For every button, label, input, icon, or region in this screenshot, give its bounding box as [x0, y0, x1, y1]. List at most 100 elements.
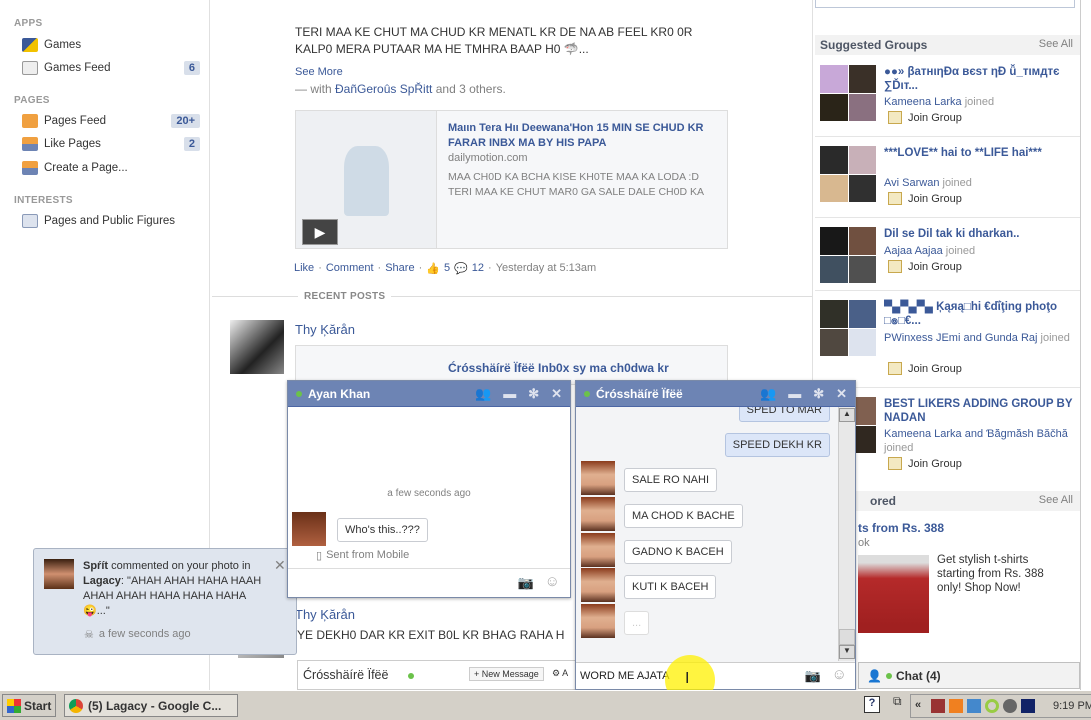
camera-icon[interactable]: 📷 — [518, 575, 534, 591]
join-group-button[interactable]: Join Group — [888, 362, 962, 375]
chat-window-crosshaire[interactable]: Ćrósshäírë Ïfëë 👥 ▬ ✻ ✕ SPED TO MAR SPEED D… — [575, 380, 856, 690]
tray-icon[interactable] — [985, 699, 999, 713]
chat-input[interactable]: 📷 ☺ — [288, 568, 570, 597]
gear-icon[interactable]: ✻ — [813, 386, 824, 402]
like-link[interactable]: Like — [294, 262, 314, 275]
ad-text[interactable]: Get stylish t-shirts starting from Rs. 3… — [937, 553, 1057, 595]
play-icon[interactable]: ▶ — [302, 219, 338, 245]
like-pages-icon — [22, 137, 38, 151]
tray-icon[interactable] — [1021, 699, 1035, 713]
post-text: YE DEKH0 DAR KR EXIT B0L KR BHAG RAHA H — [297, 628, 565, 642]
close-icon[interactable]: ✕ — [836, 386, 847, 402]
tray-icon[interactable] — [931, 699, 945, 713]
actions-button[interactable]: ⚙ A — [552, 668, 568, 679]
chat-bar-button[interactable]: 👤 Chat (4) — [858, 662, 1080, 689]
tray-icon[interactable] — [949, 699, 963, 713]
sidebar-item-games[interactable]: Games — [22, 38, 200, 52]
see-more-link[interactable]: See More — [295, 66, 343, 78]
smiley-icon[interactable]: ☺ — [832, 666, 847, 683]
chat-header[interactable]: Ćrósshäírë Ïfëë 👥 ▬ ✻ ✕ — [576, 381, 855, 407]
recent-link-preview[interactable]: Ćrósshäírë Ïfëë Inb0x sy ma ch0dwa kr — [295, 345, 728, 385]
clock[interactable]: 9:19 PM — [1053, 700, 1091, 712]
taskbar-window-chrome[interactable]: (5) Lagacy - Google C... — [64, 694, 238, 717]
tagged-user-link[interactable]: ĐañGeroûs SpŘitt — [335, 82, 432, 96]
recent-link-title[interactable]: Ćrósshäírë Ïfëë Inb0x sy ma ch0dwa kr — [448, 361, 669, 375]
with-suffix: and 3 others. — [432, 82, 506, 96]
video-thumbnail[interactable]: ▶ — [296, 111, 437, 248]
comment-link[interactable]: Comment — [326, 262, 374, 275]
joined-name[interactable]: Aajaa Aajaa — [884, 245, 943, 257]
see-all-link[interactable]: See All — [1039, 38, 1073, 50]
camera-icon[interactable]: 📷 — [805, 668, 821, 684]
notification-popup[interactable]: Spŕít commented on your photo in Lagacy:… — [33, 548, 297, 655]
chat-tab-crosshaire[interactable]: Ćrósshäírë Ïfëë + New Message ⚙ A — [297, 660, 577, 690]
video-icon[interactable]: ▬ — [503, 386, 516, 402]
group-title[interactable]: ***LOVE** hai to **LIFE hai*** — [884, 146, 1074, 160]
search-input[interactable] — [815, 0, 1075, 8]
share-link[interactable]: Share — [385, 262, 414, 275]
group-avatars[interactable] — [820, 146, 876, 202]
group-title[interactable]: ●●» βатнιηÐα вєѕт ηÐ ǚ_тιмдтє ∑Ďιт... — [884, 65, 1074, 93]
joined-name[interactable]: PWinxess JEmi and Gunda Raj — [884, 332, 1037, 344]
notif-page: Lagacy — [83, 575, 121, 587]
join-group-button[interactable]: Join Group — [888, 111, 962, 124]
label: Join Group — [908, 457, 962, 470]
add-friends-icon[interactable]: 👥 — [760, 386, 776, 402]
sidebar-item-pages-feed[interactable]: Pages Feed 20+ — [22, 114, 200, 128]
tray-expand-button[interactable]: « — [915, 699, 921, 711]
link-title[interactable]: Maιιn Tera Hιι Deewana'Hon 15 MIN SE CHU… — [448, 121, 723, 151]
scroll-thumb[interactable] — [839, 629, 855, 645]
network-icon[interactable] — [967, 699, 981, 713]
group-title[interactable]: ▀▄▀▄▀▄ Ķąяą□hi €dΐţing phoţo □๏□€... — [884, 300, 1074, 328]
close-icon[interactable]: ✕ — [551, 386, 562, 402]
joined-name[interactable]: Avi Sarwan — [884, 177, 939, 189]
notif-text: commented on your photo in — [108, 560, 251, 572]
volume-icon[interactable] — [1003, 699, 1017, 713]
sidebar-item-like-pages[interactable]: Like Pages 2 — [22, 137, 200, 151]
group-title[interactable]: Dil se Dil tak ki dharkan.. — [884, 227, 1074, 241]
chat-window-ayan[interactable]: Ayan Khan 👥 ▬ ✻ ✕ a few seconds ago Who's t… — [287, 380, 571, 598]
timestamp[interactable]: Yesterday at 5:13am — [496, 262, 597, 275]
joined-name[interactable]: Kameena Larka — [884, 96, 962, 108]
group-avatars[interactable] — [820, 65, 876, 121]
post-author[interactable]: Thy Ķărån — [295, 607, 355, 622]
label: Games Feed — [44, 62, 111, 74]
joined-text: joined — [942, 245, 976, 257]
flag-icon — [22, 114, 38, 128]
group-avatars[interactable] — [820, 300, 876, 356]
join-group-button[interactable]: Join Group — [888, 457, 962, 470]
smiley-icon[interactable]: ☺ — [545, 573, 560, 590]
apps-heading: APPS — [14, 18, 43, 29]
like-count[interactable]: 5 — [444, 262, 450, 275]
comment-count[interactable]: 12 — [472, 262, 484, 275]
gear-icon[interactable]: ✻ — [528, 386, 539, 402]
join-group-button[interactable]: Join Group — [888, 260, 962, 273]
desktop-toggle-icon[interactable]: ⧉ — [893, 694, 902, 709]
link-preview[interactable]: ▶ Maιιn Tera Hιι Deewana'Hon 15 MIN SE C… — [295, 110, 728, 249]
group-title[interactable]: BEST LIKERS ADDING GROUP BY NADAN — [884, 397, 1074, 425]
video-icon[interactable]: ▬ — [788, 386, 801, 402]
avatar — [581, 568, 615, 602]
joined-name[interactable]: Kameena Larka and Ɓă̌gmă̌sh Băčhă — [884, 428, 1068, 440]
see-all-link[interactable]: See All — [1039, 494, 1073, 506]
join-group-button[interactable]: Join Group — [888, 192, 962, 205]
scroll-up-icon[interactable]: ▲ — [839, 408, 855, 422]
help-icon[interactable]: ? — [864, 696, 880, 713]
message-input[interactable]: WORD ME AJATA 📷 ☺ — [576, 662, 855, 689]
scroll-down-icon[interactable]: ▼ — [839, 645, 855, 659]
scrollbar[interactable]: ▲ ▼ — [838, 407, 855, 661]
start-button[interactable]: Start — [2, 694, 57, 717]
new-message-button[interactable]: + New Message — [469, 667, 544, 681]
sidebar-item-public-figures[interactable]: Pages and Public Figures — [22, 214, 200, 228]
ad-title[interactable]: ts from Rs. 388 — [858, 521, 944, 535]
ad-image[interactable] — [858, 555, 929, 633]
group-avatars[interactable] — [820, 227, 876, 283]
sidebar-item-games-feed[interactable]: Games Feed 6 — [22, 61, 200, 75]
avatar[interactable] — [230, 320, 284, 374]
close-icon[interactable]: ✕ — [274, 557, 286, 574]
post-author[interactable]: Thy Ķărån — [295, 322, 355, 337]
add-friends-icon[interactable]: 👥 — [475, 386, 491, 402]
sidebar-item-create-page[interactable]: Create a Page... — [22, 161, 200, 175]
chat-header[interactable]: Ayan Khan 👥 ▬ ✻ ✕ — [288, 381, 570, 407]
group-joined: Kameena Larka joined — [884, 95, 1079, 109]
